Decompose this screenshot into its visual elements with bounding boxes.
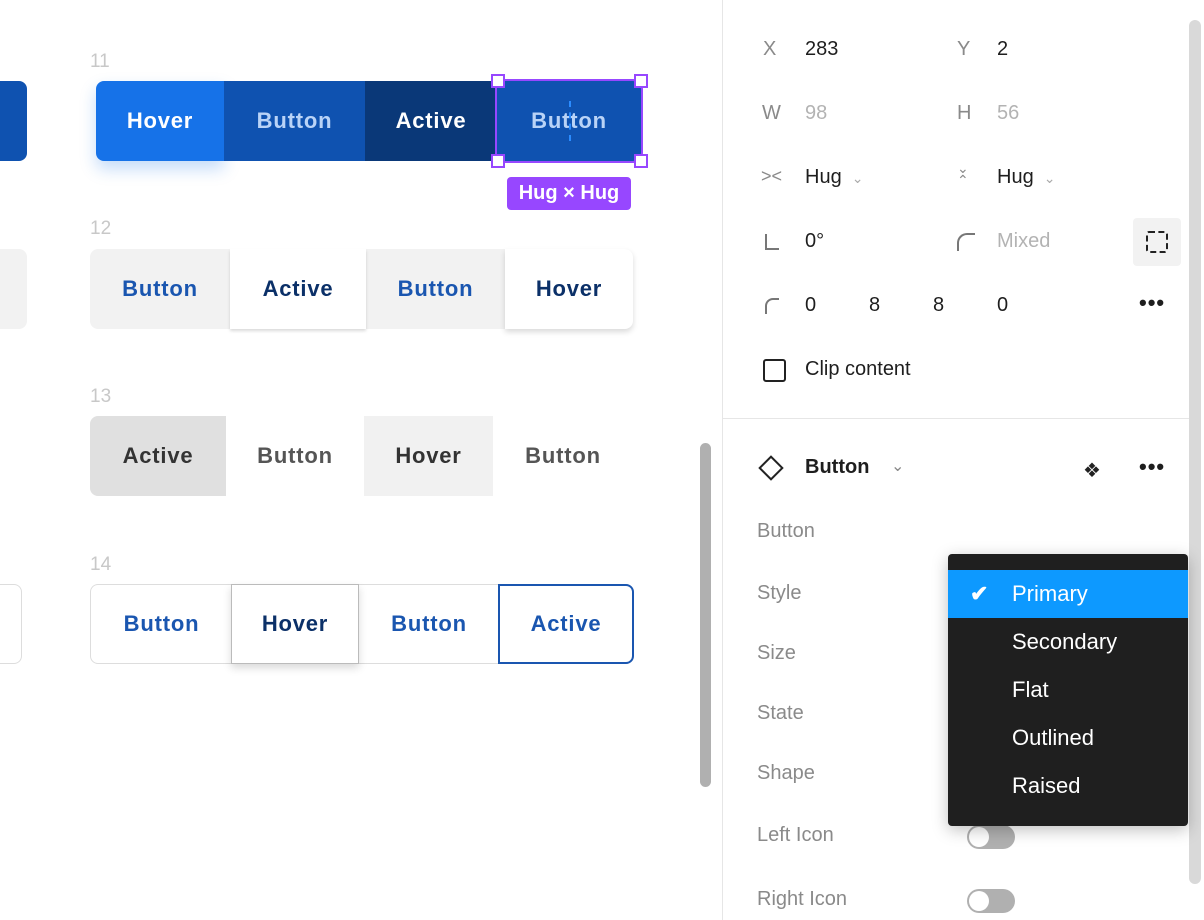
- row-label: 11: [90, 51, 110, 72]
- button-default[interactable]: Button: [493, 416, 633, 496]
- corner-radius-icon: [957, 233, 975, 251]
- button-hover[interactable]: Hover: [96, 81, 224, 161]
- button-group-12: Button Active Button Hover: [90, 249, 633, 329]
- resize-handle[interactable]: [634, 74, 648, 88]
- option-secondary[interactable]: Secondary: [948, 618, 1188, 666]
- left-icon-toggle[interactable]: [967, 825, 1015, 849]
- button-default[interactable]: Button: [359, 584, 499, 664]
- more-icon[interactable]: •••: [1139, 290, 1165, 316]
- prop-shape: Shape: [757, 762, 815, 784]
- corner-bottom-right[interactable]: 8: [933, 294, 944, 317]
- component-name[interactable]: Button: [805, 456, 869, 479]
- width-mode-value: Hug: [805, 166, 842, 188]
- option-flat[interactable]: Flat: [948, 666, 1188, 714]
- button-group-13: Active Button Hover Button: [90, 416, 633, 496]
- radius-input[interactable]: Mixed: [997, 230, 1050, 253]
- w-label: W: [762, 102, 781, 124]
- clip-content-label: Clip content: [805, 358, 911, 380]
- canvas[interactable]: 11 12 13 14 Hover Button Active Button H…: [0, 0, 722, 920]
- chevron-down-icon: ⌄: [851, 170, 864, 186]
- chevron-down-icon: ⌄: [1043, 170, 1056, 186]
- button-default[interactable]: Button: [226, 416, 364, 496]
- independent-corners-button[interactable]: [1133, 218, 1181, 266]
- button-default[interactable]: Button: [91, 584, 232, 664]
- prop-button: Button: [757, 520, 815, 542]
- button-active[interactable]: Active: [365, 81, 497, 161]
- x-input[interactable]: 283: [805, 38, 838, 61]
- vertical-resize-icon: ⌄ ⌃: [957, 160, 969, 188]
- w-input[interactable]: 98: [805, 102, 827, 125]
- style-dropdown-menu: ✔ Primary Secondary Flat Outlined Raised: [948, 554, 1188, 826]
- y-label: Y: [957, 38, 971, 60]
- x-label: X: [763, 38, 777, 60]
- partial-button-14[interactable]: [0, 584, 22, 664]
- prop-left-icon: Left Icon: [757, 824, 834, 846]
- height-mode-select[interactable]: Hug ⌄: [997, 166, 1055, 189]
- height-mode-value: Hug: [997, 166, 1034, 188]
- more-icon[interactable]: •••: [1139, 454, 1165, 480]
- component-instance-icon: [758, 455, 784, 481]
- go-to-main-component-icon[interactable]: ❖: [1083, 458, 1101, 483]
- size-badge: Hug × Hug: [507, 177, 631, 210]
- panel-scrollbar[interactable]: [1189, 20, 1201, 884]
- corner-top-right[interactable]: 8: [869, 294, 880, 317]
- button-hover[interactable]: Hover: [231, 584, 359, 664]
- partial-button-12[interactable]: [0, 249, 27, 329]
- resize-handle[interactable]: [491, 154, 505, 168]
- button-active[interactable]: Active: [498, 584, 634, 664]
- prop-size: Size: [757, 642, 796, 664]
- corner-bottom-left[interactable]: 0: [997, 294, 1008, 317]
- prop-state: State: [757, 702, 804, 724]
- row-label: 12: [90, 218, 112, 239]
- prop-right-icon: Right Icon: [757, 888, 848, 910]
- canvas-scrollbar[interactable]: [700, 443, 711, 787]
- button-default[interactable]: Button: [366, 249, 505, 329]
- resize-handle[interactable]: [634, 154, 648, 168]
- chevron-down-icon[interactable]: ⌄: [891, 456, 904, 476]
- corner-top-left[interactable]: 0: [805, 294, 816, 317]
- button-group-11: Hover Button Active Button: [96, 79, 643, 163]
- option-outlined[interactable]: Outlined: [948, 714, 1188, 762]
- corners-icon: [1146, 231, 1168, 253]
- prop-style: Style: [757, 582, 802, 604]
- button-default[interactable]: Button: [224, 81, 365, 161]
- button-hover[interactable]: Hover: [505, 249, 633, 329]
- center-guide: [569, 101, 571, 141]
- rotation-icon: [765, 234, 779, 250]
- row-label: 13: [90, 386, 112, 407]
- h-label: H: [957, 102, 972, 124]
- button-active[interactable]: Active: [90, 416, 226, 496]
- resize-handle[interactable]: [491, 74, 505, 88]
- width-mode-select[interactable]: Hug ⌄: [805, 166, 863, 189]
- partial-button-11[interactable]: [0, 81, 27, 161]
- option-primary[interactable]: ✔ Primary: [948, 570, 1188, 618]
- h-input[interactable]: 56: [997, 102, 1019, 125]
- button-default[interactable]: Button: [90, 249, 230, 329]
- y-input[interactable]: 2: [997, 38, 1008, 61]
- checkmark-icon: ✔: [970, 581, 989, 606]
- horizontal-resize-icon: ><: [761, 166, 783, 186]
- corner-radius-icon: [765, 298, 779, 314]
- option-label: Primary: [1012, 581, 1088, 606]
- rotation-input[interactable]: 0°: [805, 230, 824, 253]
- row-label: 14: [90, 554, 112, 575]
- button-hover[interactable]: Hover: [364, 416, 493, 496]
- clip-content-checkbox[interactable]: [763, 359, 786, 382]
- divider: [723, 418, 1189, 419]
- option-raised[interactable]: Raised: [948, 762, 1188, 810]
- button-group-14: Button Hover Button Active: [90, 584, 634, 664]
- button-active[interactable]: Active: [230, 249, 366, 329]
- right-icon-toggle[interactable]: [967, 889, 1015, 913]
